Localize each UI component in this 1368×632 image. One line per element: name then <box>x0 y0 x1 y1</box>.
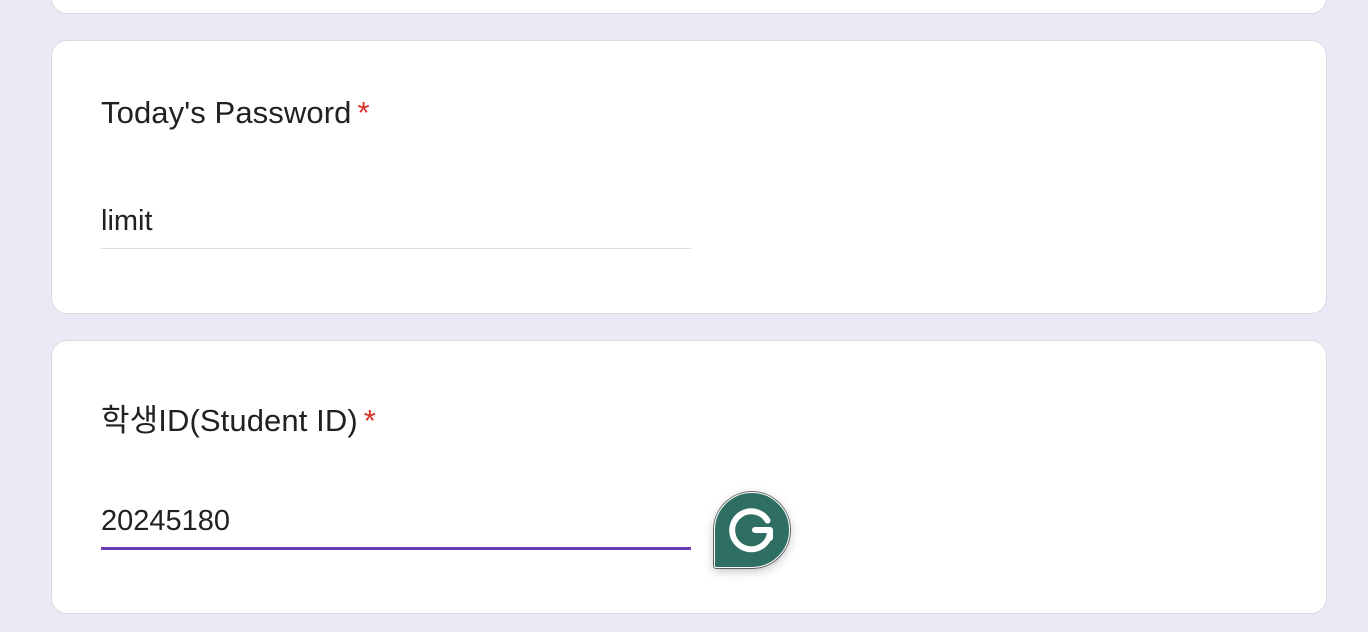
input-underline <box>101 248 691 249</box>
answer-value: 20245180 <box>101 505 231 537</box>
input-underline-focused <box>101 547 691 550</box>
question-title: 학생ID(Student ID) * <box>101 395 376 440</box>
password-answer-input[interactable]: limit <box>101 197 691 249</box>
student-id-answer-input[interactable]: 20245180 <box>101 497 691 550</box>
required-asterisk: * <box>363 403 376 438</box>
question-card-student-id: 학생ID(Student ID) * 20245180 <box>51 340 1327 614</box>
required-asterisk: * <box>357 95 370 130</box>
drag-dots-icon[interactable] <box>715 493 723 505</box>
question-title-text: 학생ID(Student ID) <box>101 403 358 438</box>
answer-value: limit <box>101 205 153 237</box>
form-page: Today's Password * limit 학생ID(Student ID)… <box>0 0 1368 632</box>
grammarly-g-icon <box>729 508 773 553</box>
question-card-password: Today's Password * limit <box>51 40 1327 314</box>
grammarly-button[interactable] <box>714 492 790 568</box>
question-title: Today's Password * <box>101 95 370 131</box>
question-title-text: Today's Password <box>101 95 352 130</box>
previous-question-card <box>51 0 1327 14</box>
